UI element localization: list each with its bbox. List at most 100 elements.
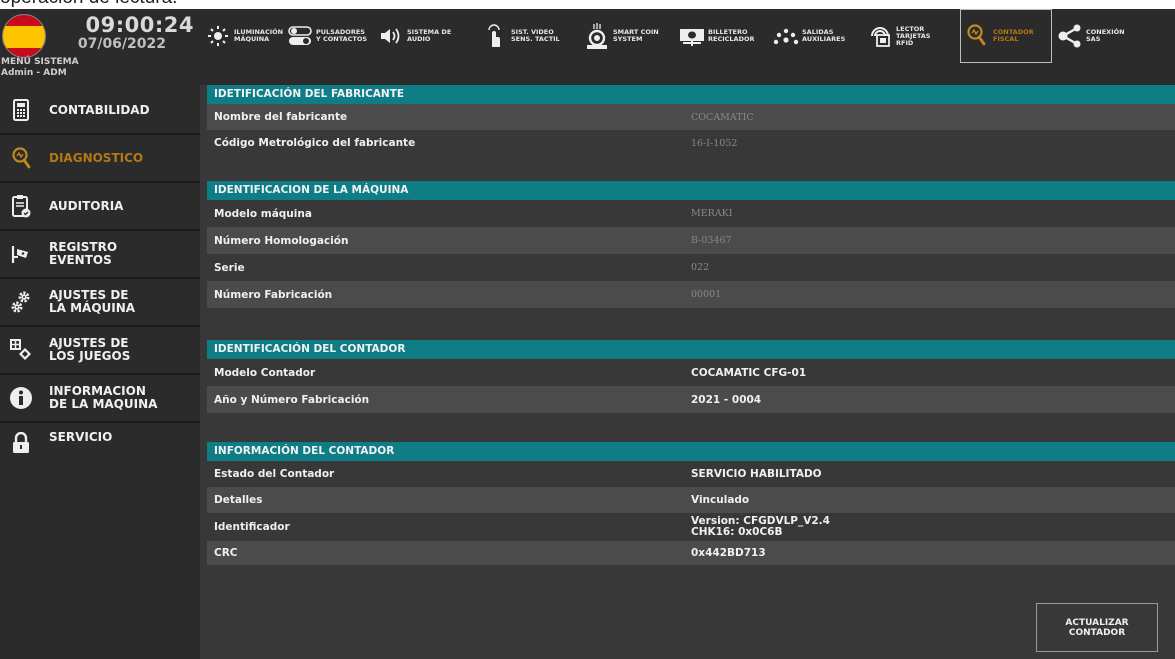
coin-icon xyxy=(584,23,610,49)
date: 07/06/2022 xyxy=(77,36,166,52)
row-value: Version: CFGDVLP_V2.4 CHK16: 0x0C6B xyxy=(691,515,830,538)
toolbar-salidas[interactable]: SALIDAS AUXILIARES xyxy=(773,9,845,63)
table-row: CRC 0x442BD713 xyxy=(207,541,1175,565)
section-maquina: IDENTIFICACION DE LA MÁQUINA Modelo máqu… xyxy=(207,181,1175,308)
sidebar-item-diagnostico[interactable]: DIAGNOSTICO xyxy=(0,135,200,183)
row-value: 16-I-1052 xyxy=(691,137,738,149)
sidebar-item-label: AJUSTES DE LOS JUEGOS xyxy=(49,336,131,363)
toolbar-conexion-sas[interactable]: CONEXIÓN SAS xyxy=(1057,9,1125,63)
sidebar-item-label: INFORMACION DE LA MAQUINA xyxy=(49,384,158,411)
sidebar-item-ajustes-juegos[interactable]: AJUSTES DE LOS JUEGOS xyxy=(0,327,200,375)
lock-icon xyxy=(9,431,33,455)
row-value: SERVICIO HABILITADO xyxy=(691,468,822,480)
toolbar-billetero[interactable]: BILLETERO RECICLADOR xyxy=(679,9,755,63)
sidebar-item-ajustes-maquina[interactable]: AJUSTES DE LA MÁQUINA xyxy=(0,279,200,327)
sidebar-menu: CONTABILIDAD DIAGNOSTICO AUDITORIA REGIS… xyxy=(0,87,200,469)
clipboard-check-icon xyxy=(9,194,33,218)
row-label: Modelo máquina xyxy=(214,207,312,220)
row-value: 022 xyxy=(691,262,710,273)
section-title: INFORMACIÓN DEL CONTADOR xyxy=(207,442,1175,461)
table-row: Identificador Version: CFGDVLP_V2.4 CHK1… xyxy=(207,513,1175,541)
row-value: COCAMATIC xyxy=(691,111,754,123)
sidebar-item-label: DIAGNOSTICO xyxy=(49,150,144,165)
section-title: IDENTIFICACION DE LA MÁQUINA xyxy=(207,181,1175,200)
row-label: Detalles xyxy=(214,494,263,506)
sidebar: 09:00:24 07/06/2022 MENÚ SISTEMA Admin -… xyxy=(0,9,200,659)
table-row: Nombre del fabricante COCAMATIC xyxy=(207,104,1175,130)
row-label: Identificador xyxy=(214,521,290,533)
table-row: Número Fabricación 00001 xyxy=(207,281,1175,308)
banknote-icon xyxy=(679,24,705,48)
sidebar-header: 09:00:24 07/06/2022 MENÚ SISTEMA Admin -… xyxy=(0,9,200,85)
toolbar-audio[interactable]: SISTEMA DE AUDIO xyxy=(378,9,451,63)
table-row: Modelo Contador COCAMATIC CFG-01 xyxy=(207,359,1175,386)
table-row: Modelo máquina MERAKI xyxy=(207,200,1175,227)
menu-title: MENÚ SISTEMA xyxy=(1,57,79,67)
light-icon xyxy=(205,24,231,48)
speaker-icon xyxy=(378,24,404,48)
sidebar-item-label: AJUSTES DE LA MÁQUINA xyxy=(49,288,136,315)
row-label: Serie xyxy=(214,261,245,274)
row-label: CRC xyxy=(214,547,238,559)
sidebar-item-contabilidad[interactable]: CONTABILIDAD xyxy=(0,87,200,135)
toolbar-contador-fiscal[interactable]: CONTADOR FISCAL xyxy=(960,9,1052,63)
camera-icon xyxy=(9,242,33,266)
sidebar-item-informacion[interactable]: INFORMACION DE LA MAQUINA xyxy=(0,375,200,423)
gears-icon xyxy=(9,290,33,314)
share-icon xyxy=(1057,24,1083,48)
sidebar-item-registro-eventos[interactable]: REGISTRO EVENTOS xyxy=(0,231,200,279)
toolbar-video[interactable]: SIST. VIDEO SENS. TACTIL xyxy=(482,9,560,63)
magnifier-icon xyxy=(964,24,990,48)
row-label: Nombre del fabricante xyxy=(214,111,348,123)
sidebar-item-label: REGISTRO EVENTOS xyxy=(49,240,118,267)
touch-icon xyxy=(482,24,508,48)
update-counter-button[interactable]: ACTUALIZAR CONTADOR xyxy=(1036,603,1158,652)
row-value: B-03467 xyxy=(691,235,732,246)
caption-text: operación de lectura. xyxy=(0,0,177,9)
row-label: Modelo Contador xyxy=(214,366,316,379)
spain-flag-icon[interactable] xyxy=(2,14,46,58)
table-row: Serie 022 xyxy=(207,254,1175,281)
sidebar-item-label: AUDITORIA xyxy=(49,198,124,213)
sidebar-item-servicio[interactable]: SERVICIO xyxy=(0,423,200,469)
toolbar-lector-rfid[interactable]: LECTOR TARJETAS RFID xyxy=(867,9,930,63)
row-label: Código Metrológico del fabricante xyxy=(214,137,416,149)
magnifier-icon xyxy=(9,146,33,170)
dots-arc-icon xyxy=(773,24,799,48)
section-title: IDENTIFICACIÓN DEL CONTADOR xyxy=(207,340,1175,359)
main-content: IDETIFICACIÓN DEL FABRICANTE Nombre del … xyxy=(200,85,1175,659)
table-row: Detalles Vinculado xyxy=(207,487,1175,513)
clock: 09:00:24 xyxy=(85,13,194,37)
top-toolbar: ILUMINACIÓN MÁQUINA PULSADORES Y CONTACT… xyxy=(200,9,1175,85)
row-value: 0x442BD713 xyxy=(691,547,766,559)
grid-diamond-icon xyxy=(9,338,33,362)
row-label: Año y Número Fabricación xyxy=(214,393,370,406)
table-row: Estado del Contador SERVICIO HABILITADO xyxy=(207,461,1175,487)
user-label: Admin - ADM xyxy=(1,68,67,78)
section-title: IDETIFICACIÓN DEL FABRICANTE xyxy=(207,85,1175,104)
table-row: Número Homologación B-03467 xyxy=(207,227,1175,254)
section-fabricante: IDETIFICACIÓN DEL FABRICANTE Nombre del … xyxy=(207,85,1175,156)
sidebar-item-label: CONTABILIDAD xyxy=(49,102,150,117)
row-label: Número Fabricación xyxy=(214,288,333,301)
section-contador-info: INFORMACIÓN DEL CONTADOR Estado del Cont… xyxy=(207,442,1175,565)
section-contador-id: IDENTIFICACIÓN DEL CONTADOR Modelo Conta… xyxy=(207,340,1175,413)
row-value: MERAKI xyxy=(691,208,733,219)
table-row: Código Metrológico del fabricante 16-I-1… xyxy=(207,130,1175,156)
toolbar-pulsadores[interactable]: PULSADORES Y CONTACTOS xyxy=(287,9,367,63)
row-value: Vinculado xyxy=(691,494,750,506)
toolbar-smart-coin[interactable]: SMART COIN SYSTEM xyxy=(584,9,659,63)
row-label: Número Homologación xyxy=(214,234,349,247)
info-icon xyxy=(9,386,33,410)
toggle-icon xyxy=(287,24,313,48)
calculator-icon xyxy=(9,98,33,122)
row-label: Estado del Contador xyxy=(214,468,335,480)
row-value: COCAMATIC CFG-01 xyxy=(691,366,807,379)
rfid-icon xyxy=(867,24,893,48)
sidebar-item-auditoria[interactable]: AUDITORIA xyxy=(0,183,200,231)
row-value: 2021 - 0004 xyxy=(691,393,762,406)
sidebar-item-label: SERVICIO xyxy=(49,430,113,444)
table-row: Año y Número Fabricación 2021 - 0004 xyxy=(207,386,1175,413)
row-value: 00001 xyxy=(691,289,722,300)
toolbar-iluminacion[interactable]: ILUMINACIÓN MÁQUINA xyxy=(205,9,283,63)
